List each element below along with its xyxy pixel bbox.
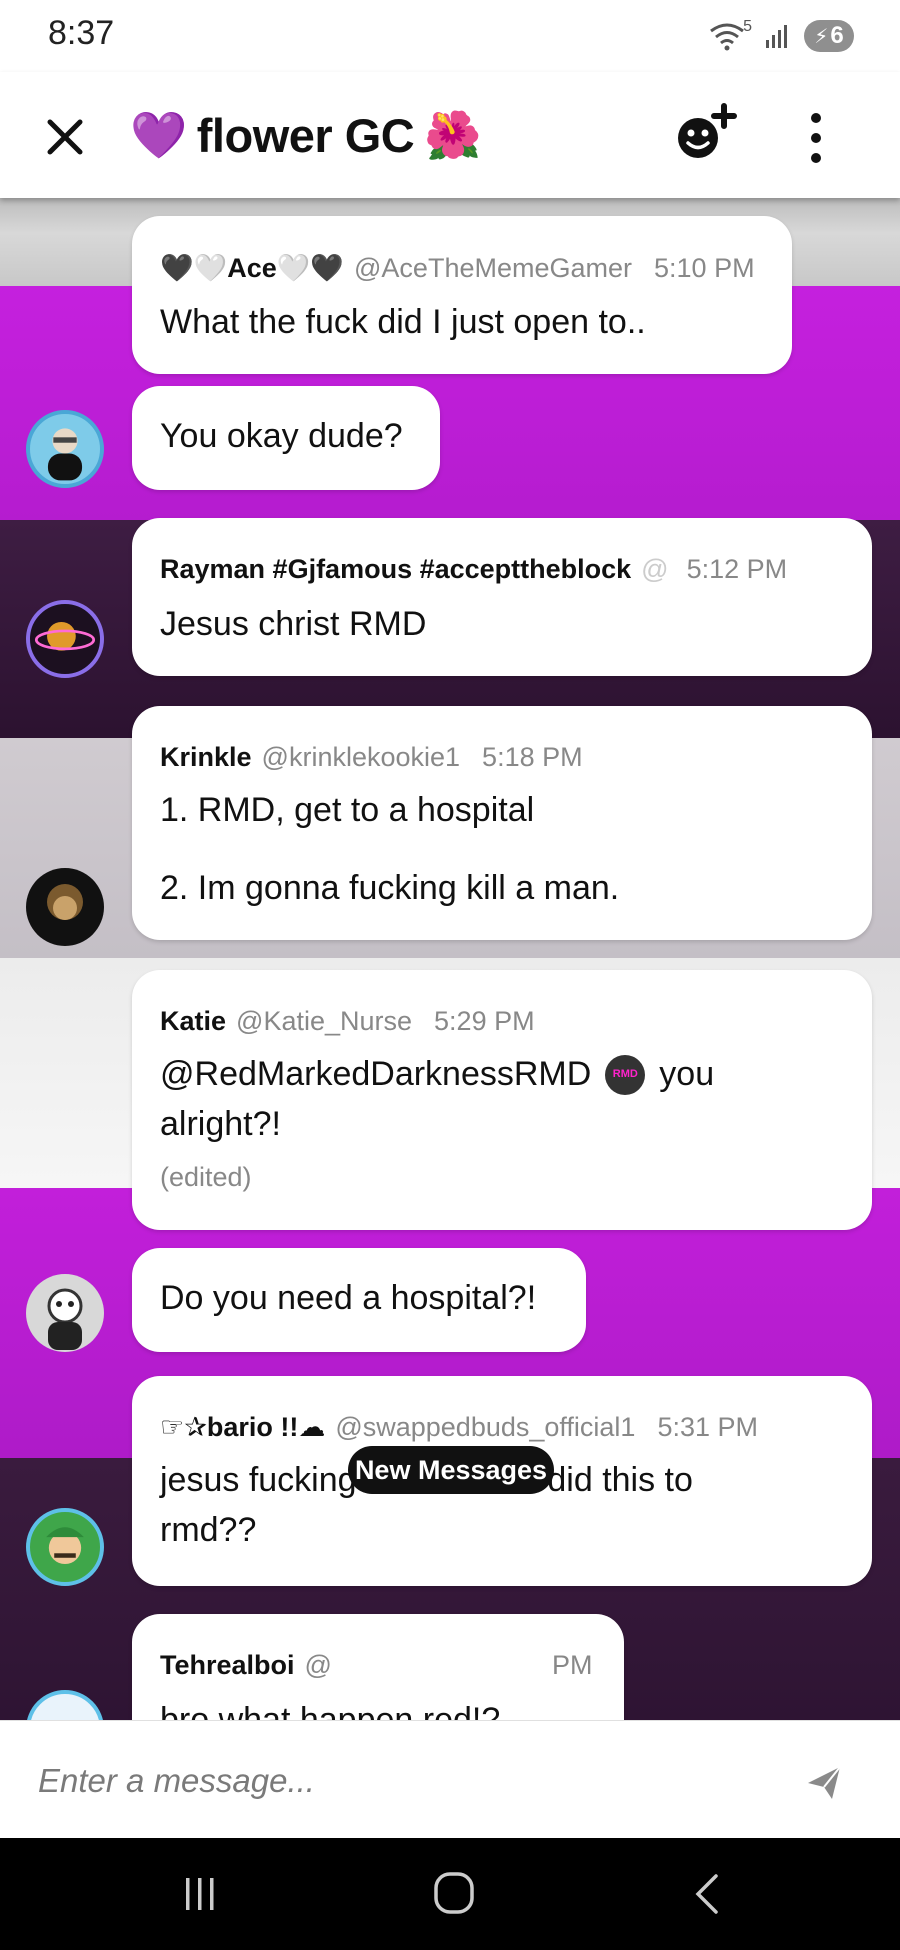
status-icons: 5 ⚡ 6 bbox=[709, 18, 854, 54]
message-bubble[interactable]: You okay dude? bbox=[132, 386, 440, 490]
message-meta: Krinkle @krinklekookie1 5:18 PM bbox=[160, 742, 583, 773]
avatar[interactable] bbox=[26, 1508, 104, 1586]
home-icon[interactable] bbox=[432, 1870, 476, 1916]
close-icon[interactable] bbox=[38, 110, 92, 164]
message-meta: Katie @Katie_Nurse 5:29 PM bbox=[160, 1006, 535, 1037]
edited-label: (edited) bbox=[160, 1162, 252, 1192]
message-list-item: 1. RMD, get to a hospital bbox=[160, 791, 535, 829]
sender-name[interactable]: Tehrealboi bbox=[160, 1650, 295, 1680]
message-text: You okay dude? bbox=[160, 417, 403, 455]
message-time: 5:31 PM bbox=[657, 1412, 759, 1442]
add-member-icon[interactable] bbox=[672, 100, 738, 166]
message-bubble[interactable]: Krinkle @krinklekookie1 5:18 PM 1. RMD, ge… bbox=[132, 706, 872, 940]
signal-icon bbox=[766, 25, 787, 48]
chat-header: 💜 flower GC 🌺 bbox=[0, 72, 900, 198]
message-composer bbox=[0, 1720, 900, 1839]
message-bubble[interactable]: Do you need a hospital?! bbox=[132, 1248, 586, 1352]
message-time: PM bbox=[551, 1650, 593, 1680]
back-icon[interactable] bbox=[690, 1872, 722, 1916]
sender-handle[interactable]: @krinklekookie1 bbox=[262, 742, 461, 772]
sender-name[interactable]: Rayman #Gjfamous #accepttheblock bbox=[160, 554, 631, 584]
message-meta: ☞✰bario !!☁ @swappedbuds_official1 5:31 PM bbox=[160, 1412, 758, 1443]
message-time: 5:10 PM bbox=[654, 253, 755, 283]
chat-title-text: flower GC bbox=[196, 108, 415, 162]
message-meta: 🖤🤍Ace🤍🖤 @AceTheMemeGamer 5:10 PM bbox=[160, 252, 755, 284]
battery-icon: ⚡ 6 bbox=[804, 20, 854, 52]
sender-name[interactable]: Krinkle bbox=[160, 742, 252, 772]
sender-handle[interactable]: @ bbox=[305, 1650, 332, 1680]
message-text: rmd?? bbox=[160, 1511, 257, 1549]
message-input[interactable] bbox=[36, 1745, 780, 1817]
purple-heart-emoji: 💜 bbox=[130, 108, 187, 161]
hibiscus-emoji: 🌺 bbox=[424, 108, 482, 161]
message-text-line2: alright?! bbox=[160, 1105, 281, 1143]
sender-handle[interactable]: @ bbox=[641, 554, 668, 584]
message-bubble[interactable]: Tehrealboi @ PM bro what happen red!? bbox=[132, 1614, 624, 1720]
message-time: 5:12 PM bbox=[686, 554, 788, 584]
message-time: 5:29 PM bbox=[434, 1006, 535, 1036]
sender-name[interactable]: Katie bbox=[160, 1006, 226, 1036]
recents-icon[interactable] bbox=[180, 1874, 220, 1914]
message-bubble[interactable]: Rayman #Gjfamous #accepttheblock @5:12 PM… bbox=[132, 518, 872, 676]
wifi-icon bbox=[710, 23, 744, 51]
network-badge: 5 bbox=[743, 18, 752, 35]
message-time: 5:18 PM bbox=[482, 742, 583, 772]
more-vertical-icon[interactable] bbox=[800, 108, 832, 168]
send-icon[interactable] bbox=[804, 1763, 844, 1803]
sender-handle[interactable]: @swappedbuds_official1 bbox=[335, 1412, 635, 1442]
status-time: 8:37 bbox=[48, 14, 115, 52]
sender-handle[interactable]: @Katie_Nurse bbox=[236, 1006, 412, 1036]
sender-name[interactable]: 🖤🤍Ace🤍🖤 bbox=[160, 253, 344, 283]
message-bubble[interactable]: Katie @Katie_Nurse 5:29 PM @RedMarkedDarkn… bbox=[132, 970, 872, 1230]
message-meta: Tehrealboi @ PM bbox=[160, 1650, 592, 1681]
mention-avatar: RMD bbox=[605, 1054, 646, 1095]
message-list-item: 2. Im gonna fucking kill a man. bbox=[160, 869, 620, 907]
message-text: @RedMarkedDarknessRMD RMD you bbox=[160, 1050, 714, 1099]
user-mention[interactable]: @RedMarkedDarknessRMD bbox=[160, 1050, 591, 1099]
message-text: What the fuck did I just open to.. bbox=[160, 303, 646, 341]
message-text: bro what happen red!? bbox=[160, 1701, 501, 1720]
avatar[interactable] bbox=[26, 600, 104, 678]
system-nav-bar bbox=[0, 1838, 900, 1950]
message-meta: Rayman #Gjfamous #accepttheblock @5:12 PM bbox=[160, 554, 787, 585]
new-messages-button[interactable]: New Messages bbox=[348, 1446, 554, 1494]
chat-title[interactable]: 💜 flower GC 🌺 bbox=[130, 100, 491, 170]
status-bar: 8:37 5 ⚡ 6 bbox=[0, 0, 900, 72]
sender-handle[interactable]: @AceTheMemeGamer bbox=[354, 253, 632, 283]
message-text-after-mention: you bbox=[659, 1055, 715, 1093]
sender-name[interactable]: ☞✰bario !!☁ bbox=[160, 1412, 325, 1442]
avatar[interactable] bbox=[26, 1274, 104, 1352]
avatar[interactable] bbox=[26, 410, 104, 488]
avatar[interactable] bbox=[26, 868, 104, 946]
message-text: Jesus christ RMD bbox=[160, 605, 427, 643]
message-bubble[interactable]: 🖤🤍Ace🤍🖤 @AceTheMemeGamer 5:10 PM What the … bbox=[132, 216, 792, 374]
message-text: Do you need a hospital?! bbox=[160, 1279, 537, 1317]
